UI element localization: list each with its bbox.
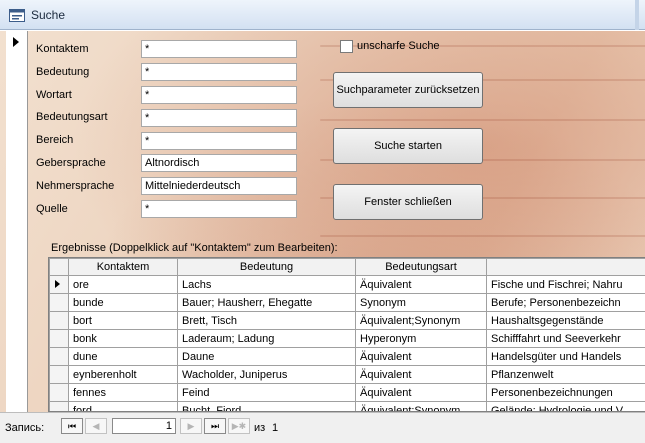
cell-bedeutungsart[interactable]: Äquivalent [355, 383, 487, 402]
row-selector[interactable] [49, 365, 69, 384]
cell-bedeutung[interactable]: Bauer; Hausherr, Ehegatte [177, 293, 356, 312]
cell-kontaktem[interactable]: bunde [68, 293, 178, 312]
cell-bereich[interactable]: Haushaltsgegenstände [486, 311, 645, 330]
start-search-button[interactable]: Suche starten [333, 128, 483, 164]
cell-bedeutungsart[interactable]: Hyperonym [355, 329, 487, 348]
record-of-label: из [254, 422, 266, 434]
cell-bedeutungsart[interactable]: Äquivalent [355, 275, 487, 294]
cell-bedeutungsart[interactable]: Äquivalent [355, 347, 487, 366]
nehmersprache-input[interactable] [141, 177, 297, 195]
table-row[interactable]: eynberenholt Wacholder, Juniperus Äquivale… [49, 365, 645, 384]
record-total: 1 [272, 422, 279, 434]
window-title: Suche [31, 8, 66, 22]
cell-bereich[interactable]: Pflanzenwelt [486, 365, 645, 384]
record-label: Запись: [5, 422, 45, 434]
cell-bedeutung[interactable]: Bucht, Fjord [177, 401, 356, 411]
cell-bedeutungsart[interactable]: Äquivalent [355, 365, 487, 384]
form-body: Kontaktem Bedeutung Wortart Bedeutungsar… [0, 31, 645, 412]
search-window: Suche Kontaktem Bedeutung Wortart Bedeut… [0, 0, 645, 443]
row-selector[interactable] [49, 401, 69, 411]
cell-kontaktem[interactable]: dune [68, 347, 178, 366]
next-record-button[interactable]: ▶ [180, 418, 202, 434]
table-row[interactable]: ford Bucht, Fjord Äquivalent;Synonym Geländ… [49, 401, 645, 411]
row-selector[interactable] [49, 311, 69, 330]
row-selector[interactable] [49, 329, 69, 348]
cell-kontaktem[interactable]: ore [68, 275, 178, 294]
field-label-bedeutungsart: Bedeutungsart [36, 111, 108, 123]
close-window-button[interactable]: Fenster schließen [333, 184, 483, 220]
fuzzy-search-checkbox[interactable] [340, 40, 353, 53]
bedeutungsart-input[interactable] [141, 109, 297, 127]
row-selector[interactable] [49, 347, 69, 366]
last-record-button[interactable]: ⏭ [204, 418, 226, 434]
current-record-arrow-icon [13, 37, 19, 47]
current-record-input[interactable]: 1 [112, 418, 176, 434]
column-header-kontaktem[interactable]: Kontaktem [68, 258, 178, 276]
results-table: Kontaktem Bedeutung Bedeutungsart ore Lac… [49, 258, 645, 411]
cell-bedeutung[interactable]: Laderaum; Ladung [177, 329, 356, 348]
cell-kontaktem[interactable]: ford [68, 401, 178, 411]
cell-bedeutung[interactable]: Feind [177, 383, 356, 402]
cell-kontaktem[interactable]: fennes [68, 383, 178, 402]
row-selector[interactable] [49, 275, 69, 294]
field-label-bereich: Bereich [36, 134, 74, 146]
cell-kontaktem[interactable]: bort [68, 311, 178, 330]
field-label-bedeutung: Bedeutung [36, 66, 90, 78]
first-record-button[interactable]: ⏮ [61, 418, 83, 434]
results-header-row: Kontaktem Bedeutung Bedeutungsart [49, 258, 645, 276]
row-selector[interactable] [49, 293, 69, 312]
current-row-arrow-icon [55, 279, 60, 288]
cell-bedeutung[interactable]: Daune [177, 347, 356, 366]
column-header-bereich[interactable] [486, 258, 645, 276]
record-navigation-bar: Запись: ⏮ ◀ 1 ▶ ⏭ ▶✱ из 1 [0, 412, 645, 443]
cell-bedeutung[interactable]: Wacholder, Juniperus [177, 365, 356, 384]
field-label-kontaktem: Kontaktem [36, 43, 89, 55]
cell-bedeutungsart[interactable]: Äquivalent;Synonym [355, 311, 487, 330]
record-selector[interactable] [6, 31, 28, 412]
cell-kontaktem[interactable]: bonk [68, 329, 178, 348]
field-label-nehmersprache: Nehmersprache [36, 180, 115, 192]
header-selector [49, 258, 69, 276]
results-caption: Ergebnisse (Doppelklick auf "Kontaktem" … [51, 242, 338, 254]
results-grid[interactable]: Kontaktem Bedeutung Bedeutungsart ore Lac… [48, 257, 645, 412]
form-icon [9, 9, 25, 22]
cell-bereich[interactable]: Berufe; Personenbezeichn [486, 293, 645, 312]
table-row[interactable]: dune Daune Äquivalent Handelsgüter und Hand… [49, 347, 645, 366]
previous-record-button[interactable]: ◀ [85, 418, 107, 434]
new-record-button[interactable]: ▶✱ [228, 418, 250, 434]
search-form: Kontaktem Bedeutung Wortart Bedeutungsar… [29, 31, 645, 412]
cell-bedeutung[interactable]: Lachs [177, 275, 356, 294]
table-row[interactable]: bunde Bauer; Hausherr, Ehegatte Synonym Ber… [49, 293, 645, 312]
title-bar-edge [635, 0, 639, 30]
table-row[interactable]: bort Brett, Tisch Äquivalent;Synonym Hausha… [49, 311, 645, 330]
kontaktem-input[interactable] [141, 40, 297, 58]
quelle-input[interactable] [141, 200, 297, 218]
cell-bereich[interactable]: Schifffahrt und Seeverkehr [486, 329, 645, 348]
gebersprache-input[interactable] [141, 154, 297, 172]
cell-bedeutungsart[interactable]: Synonym [355, 293, 487, 312]
cell-bedeutungsart[interactable]: Äquivalent;Synonym [355, 401, 487, 411]
fuzzy-search-label: unscharfe Suche [357, 40, 440, 52]
cell-bereich[interactable]: Fische und Fischrei; Nahru [486, 275, 645, 294]
reset-parameters-button[interactable]: Suchparameter zurücksetzen [333, 72, 483, 108]
cell-bereich[interactable]: Gelände; Hydrologie und V [486, 401, 645, 411]
bereich-input[interactable] [141, 132, 297, 150]
table-row[interactable]: ore Lachs Äquivalent Fische und Fischrei; N… [49, 275, 645, 294]
cell-bereich[interactable]: Personenbezeichnungen [486, 383, 645, 402]
title-bar: Suche [0, 0, 645, 30]
cell-bereich[interactable]: Handelsgüter und Handels [486, 347, 645, 366]
column-header-bedeutung[interactable]: Bedeutung [177, 258, 356, 276]
field-label-wortart: Wortart [36, 89, 72, 101]
field-label-quelle: Quelle [36, 203, 68, 215]
column-header-bedeutungsart[interactable]: Bedeutungsart [355, 258, 487, 276]
field-label-gebersprache: Gebersprache [36, 157, 106, 169]
wortart-input[interactable] [141, 86, 297, 104]
row-selector[interactable] [49, 383, 69, 402]
table-row[interactable]: bonk Laderaum; Ladung Hyperonym Schifffahrt… [49, 329, 645, 348]
table-row[interactable]: fennes Feind Äquivalent Personenbezeichnung… [49, 383, 645, 402]
cell-kontaktem[interactable]: eynberenholt [68, 365, 178, 384]
cell-bedeutung[interactable]: Brett, Tisch [177, 311, 356, 330]
bedeutung-input[interactable] [141, 63, 297, 81]
